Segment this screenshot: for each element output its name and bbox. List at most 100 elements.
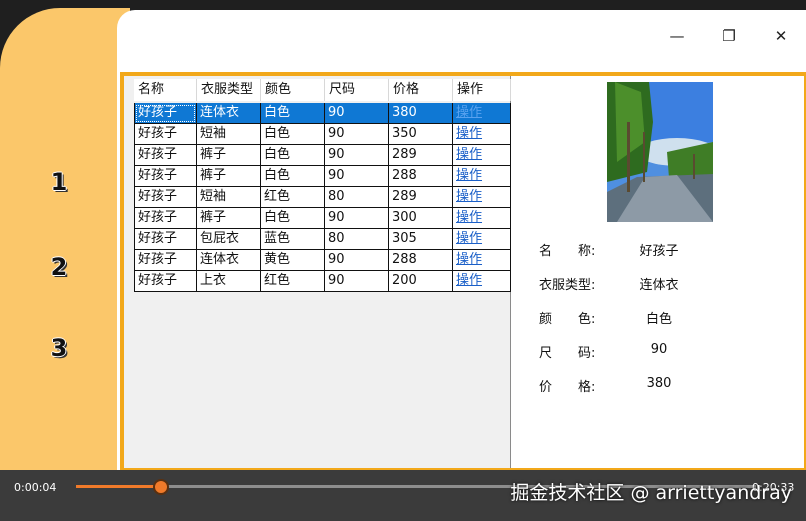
cell-action[interactable]: 操作 <box>453 271 511 292</box>
cell-action[interactable]: 操作 <box>453 229 511 250</box>
cell-color[interactable]: 白色 <box>261 145 325 166</box>
cell-price[interactable]: 200 <box>389 271 453 292</box>
cell-name[interactable]: 好孩子 <box>134 124 197 145</box>
cell-price[interactable]: 350 <box>389 124 453 145</box>
table-row[interactable]: 好孩子 连体衣 黄色 90 288 操作 <box>134 250 511 271</box>
cell-type[interactable]: 包屁衣 <box>197 229 261 250</box>
cell-size[interactable]: 90 <box>325 145 389 166</box>
side-number-3[interactable]: 3 <box>44 334 74 362</box>
detail-value: 连体衣 <box>639 278 679 293</box>
action-link[interactable]: 操作 <box>456 273 482 288</box>
cell-action[interactable]: 操作 <box>453 145 511 166</box>
cell-color[interactable]: 黄色 <box>261 250 325 271</box>
cell-size[interactable]: 80 <box>325 229 389 250</box>
cell-name[interactable]: 好孩子 <box>134 187 197 208</box>
cell-name[interactable]: 好孩子 <box>134 250 197 271</box>
cell-color[interactable]: 蓝色 <box>261 229 325 250</box>
cell-price[interactable]: 305 <box>389 229 453 250</box>
table-body: 好孩子 连体衣 白色 90 380 操作 好孩子 短袖 白色 90 350 操作 好孩子 裤子 白色 90 28… <box>134 103 511 292</box>
action-link[interactable]: 操作 <box>456 126 482 141</box>
maximize-button[interactable]: ❐ <box>717 24 741 48</box>
action-link[interactable]: 操作 <box>456 168 482 183</box>
cell-color[interactable]: 白色 <box>261 124 325 145</box>
cell-price[interactable]: 300 <box>389 208 453 229</box>
table-row[interactable]: 好孩子 短袖 白色 90 350 操作 <box>134 124 511 145</box>
cell-action[interactable]: 操作 <box>453 124 511 145</box>
table-row[interactable]: 好孩子 短袖 红色 80 289 操作 <box>134 187 511 208</box>
cell-type[interactable]: 短袖 <box>197 124 261 145</box>
column-header-color[interactable]: 颜色 <box>261 79 325 101</box>
cell-name[interactable]: 好孩子 <box>134 271 197 292</box>
cell-size[interactable]: 90 <box>325 124 389 145</box>
table-row[interactable]: 好孩子 连体衣 白色 90 380 操作 <box>134 103 511 124</box>
close-button[interactable]: ✕ <box>769 24 793 48</box>
minimize-button[interactable]: — <box>665 24 689 48</box>
side-panel: 1 2 3 <box>0 8 130 470</box>
cell-type[interactable]: 短袖 <box>197 187 261 208</box>
cell-price[interactable]: 289 <box>389 187 453 208</box>
detail-pane: 名 称: 好孩子 衣服类型: 连体衣颜 色: 白色尺 码: 90 价 格: 380 <box>511 76 804 468</box>
cell-size[interactable]: 90 <box>325 271 389 292</box>
cell-color[interactable]: 白色 <box>261 103 325 124</box>
detail-label: 衣服类型: <box>539 278 596 293</box>
side-number-2[interactable]: 2 <box>44 253 74 281</box>
column-header-price[interactable]: 价格 <box>389 79 453 101</box>
table-row[interactable]: 好孩子 裤子 白色 90 288 操作 <box>134 166 511 187</box>
cell-size[interactable]: 90 <box>325 103 389 124</box>
video-frame: 1 2 3 — ❐ ✕ 名称 衣服类型 颜色 尺码 价格 操作 好孩子 连体衣 白色 90 380… <box>0 0 806 470</box>
detail-value: 白色 <box>645 312 672 327</box>
cell-type[interactable]: 裤子 <box>197 145 261 166</box>
current-time: 0:00:04 <box>14 481 57 494</box>
cell-color[interactable]: 红色 <box>261 187 325 208</box>
cell-color[interactable]: 白色 <box>261 166 325 187</box>
cell-name[interactable]: 好孩子 <box>134 166 197 187</box>
side-number-1[interactable]: 1 <box>44 168 74 196</box>
cell-action[interactable]: 操作 <box>453 103 511 124</box>
cell-size[interactable]: 90 <box>325 208 389 229</box>
table-row[interactable]: 好孩子 上衣 红色 90 200 操作 <box>134 271 511 292</box>
cell-name[interactable]: 好孩子 <box>134 145 197 166</box>
action-link[interactable]: 操作 <box>456 231 482 246</box>
progress-fill <box>76 485 161 488</box>
cell-color[interactable]: 红色 <box>261 271 325 292</box>
cell-price[interactable]: 380 <box>389 103 453 124</box>
cell-type[interactable]: 裤子 <box>197 208 261 229</box>
detail-label: 颜 色: <box>539 312 596 327</box>
cell-type[interactable]: 裤子 <box>197 166 261 187</box>
action-link[interactable]: 操作 <box>456 189 482 204</box>
detail-label: 价 格: <box>539 380 596 395</box>
column-header-type[interactable]: 衣服类型 <box>197 79 261 101</box>
action-link[interactable]: 操作 <box>456 147 482 162</box>
cell-price[interactable]: 289 <box>389 145 453 166</box>
cell-type[interactable]: 连体衣 <box>197 103 261 124</box>
action-link[interactable]: 操作 <box>456 105 482 120</box>
action-link[interactable]: 操作 <box>456 210 482 225</box>
cell-type[interactable]: 上衣 <box>197 271 261 292</box>
cell-size[interactable]: 90 <box>325 166 389 187</box>
column-header-action[interactable]: 操作 <box>453 79 511 101</box>
detail-value: 好孩子 <box>639 244 679 259</box>
table-row[interactable]: 好孩子 裤子 白色 90 300 操作 <box>134 208 511 229</box>
cell-name[interactable]: 好孩子 <box>134 208 197 229</box>
cell-type[interactable]: 连体衣 <box>197 250 261 271</box>
product-photo <box>607 82 713 222</box>
cell-action[interactable]: 操作 <box>453 166 511 187</box>
cell-action[interactable]: 操作 <box>453 250 511 271</box>
cell-action[interactable]: 操作 <box>453 208 511 229</box>
progress-knob[interactable] <box>153 479 169 495</box>
cell-price[interactable]: 288 <box>389 166 453 187</box>
table-row[interactable]: 好孩子 包屁衣 蓝色 80 305 操作 <box>134 229 511 250</box>
cell-color[interactable]: 白色 <box>261 208 325 229</box>
cell-name[interactable]: 好孩子 <box>134 103 197 124</box>
content-frame: 名称 衣服类型 颜色 尺码 价格 操作 好孩子 连体衣 白色 90 380 操作 好孩子 短袖 白色 90 3… <box>120 72 806 470</box>
table-row[interactable]: 好孩子 裤子 白色 90 289 操作 <box>134 145 511 166</box>
cell-price[interactable]: 288 <box>389 250 453 271</box>
cell-size[interactable]: 90 <box>325 250 389 271</box>
column-header-name[interactable]: 名称 <box>134 79 197 101</box>
column-header-size[interactable]: 尺码 <box>325 79 389 101</box>
cell-name[interactable]: 好孩子 <box>134 229 197 250</box>
cell-size[interactable]: 80 <box>325 187 389 208</box>
action-link[interactable]: 操作 <box>456 252 482 267</box>
cell-action[interactable]: 操作 <box>453 187 511 208</box>
detail-label: 名 称: <box>539 244 596 259</box>
